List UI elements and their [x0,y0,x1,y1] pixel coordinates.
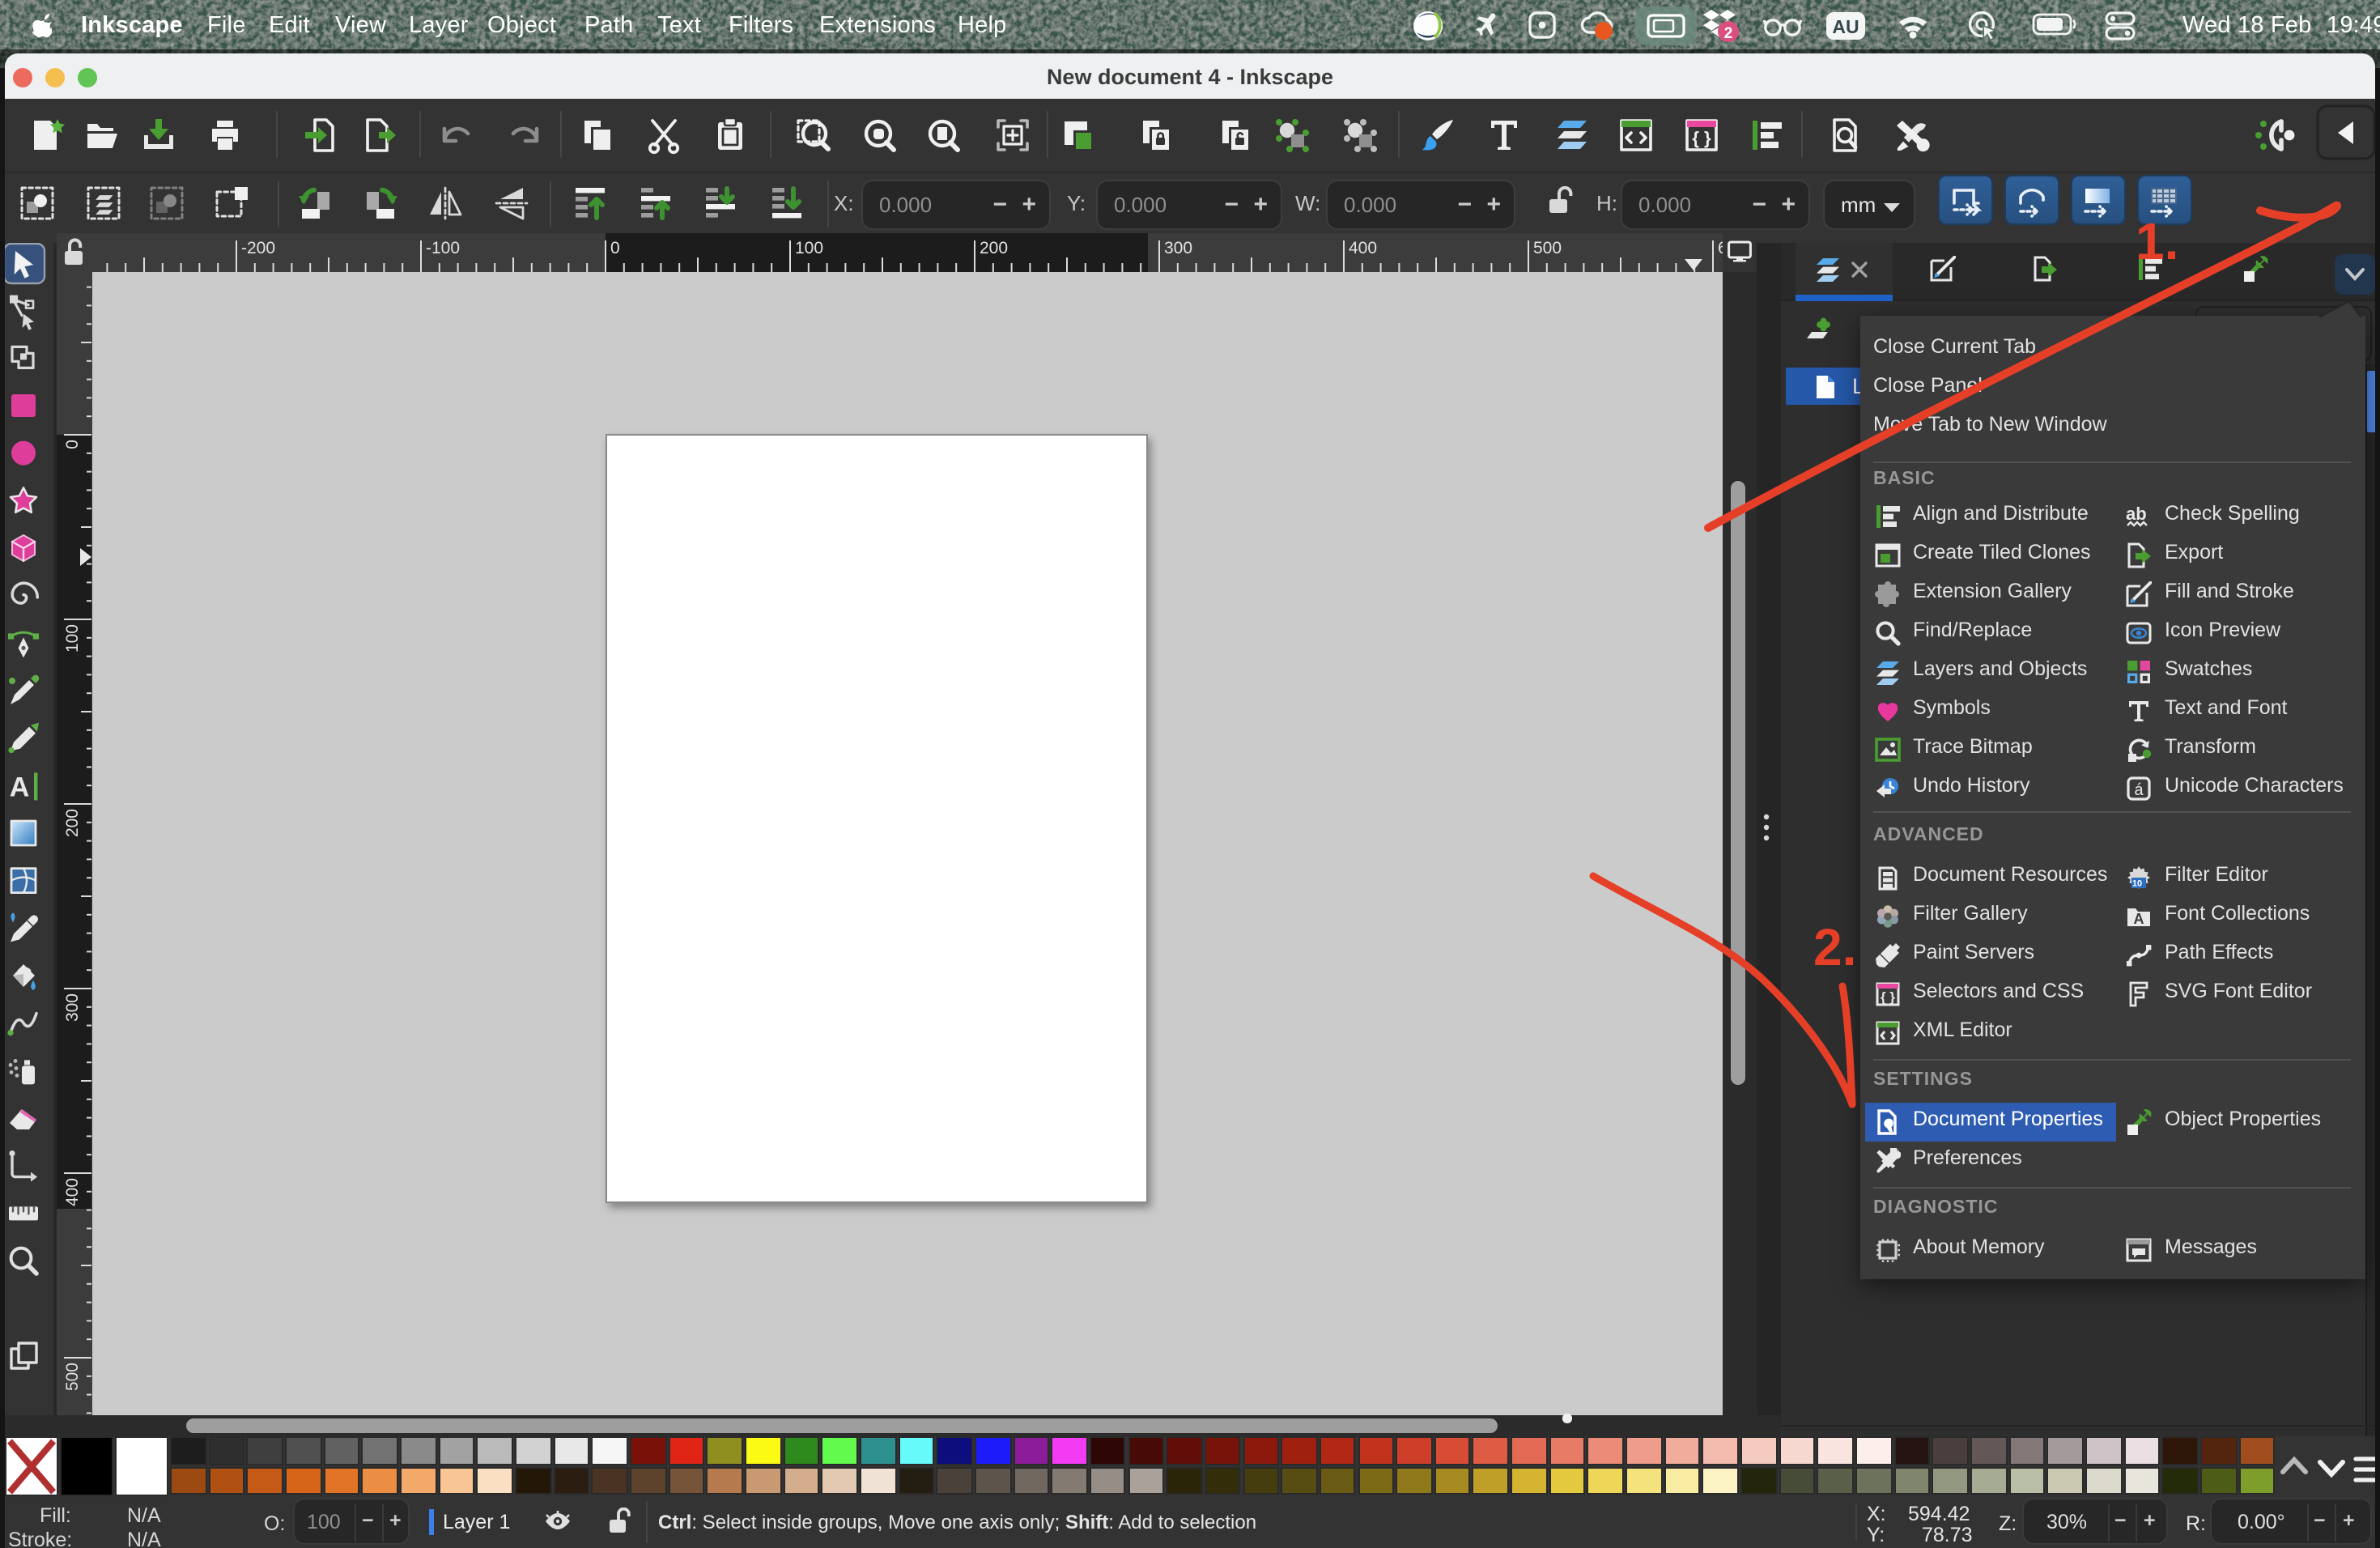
svg-text:-100: -100 [425,238,459,257]
svg-text:300: 300 [63,993,82,1021]
svg-text:100: 100 [794,238,822,257]
svg-text:500: 500 [1532,238,1561,257]
svg-text:0: 0 [610,238,619,257]
svg-text:0: 0 [63,439,82,449]
svg-text:-200: -200 [240,238,274,257]
svg-text:500: 500 [63,1362,82,1390]
svg-text:{ }: { } [1692,128,1711,148]
svg-text:2: 2 [1724,25,1733,42]
svg-text:400: 400 [1348,238,1376,257]
svg-text:600: 600 [1717,238,1722,257]
svg-text:200: 200 [979,238,1007,257]
svg-text:AU: AU [1832,16,1859,37]
svg-text:200: 200 [63,808,82,836]
svg-text:A: A [9,771,29,802]
svg-text:300: 300 [1163,238,1192,257]
svg-text:100: 100 [63,623,82,652]
svg-text:400: 400 [63,1177,82,1206]
